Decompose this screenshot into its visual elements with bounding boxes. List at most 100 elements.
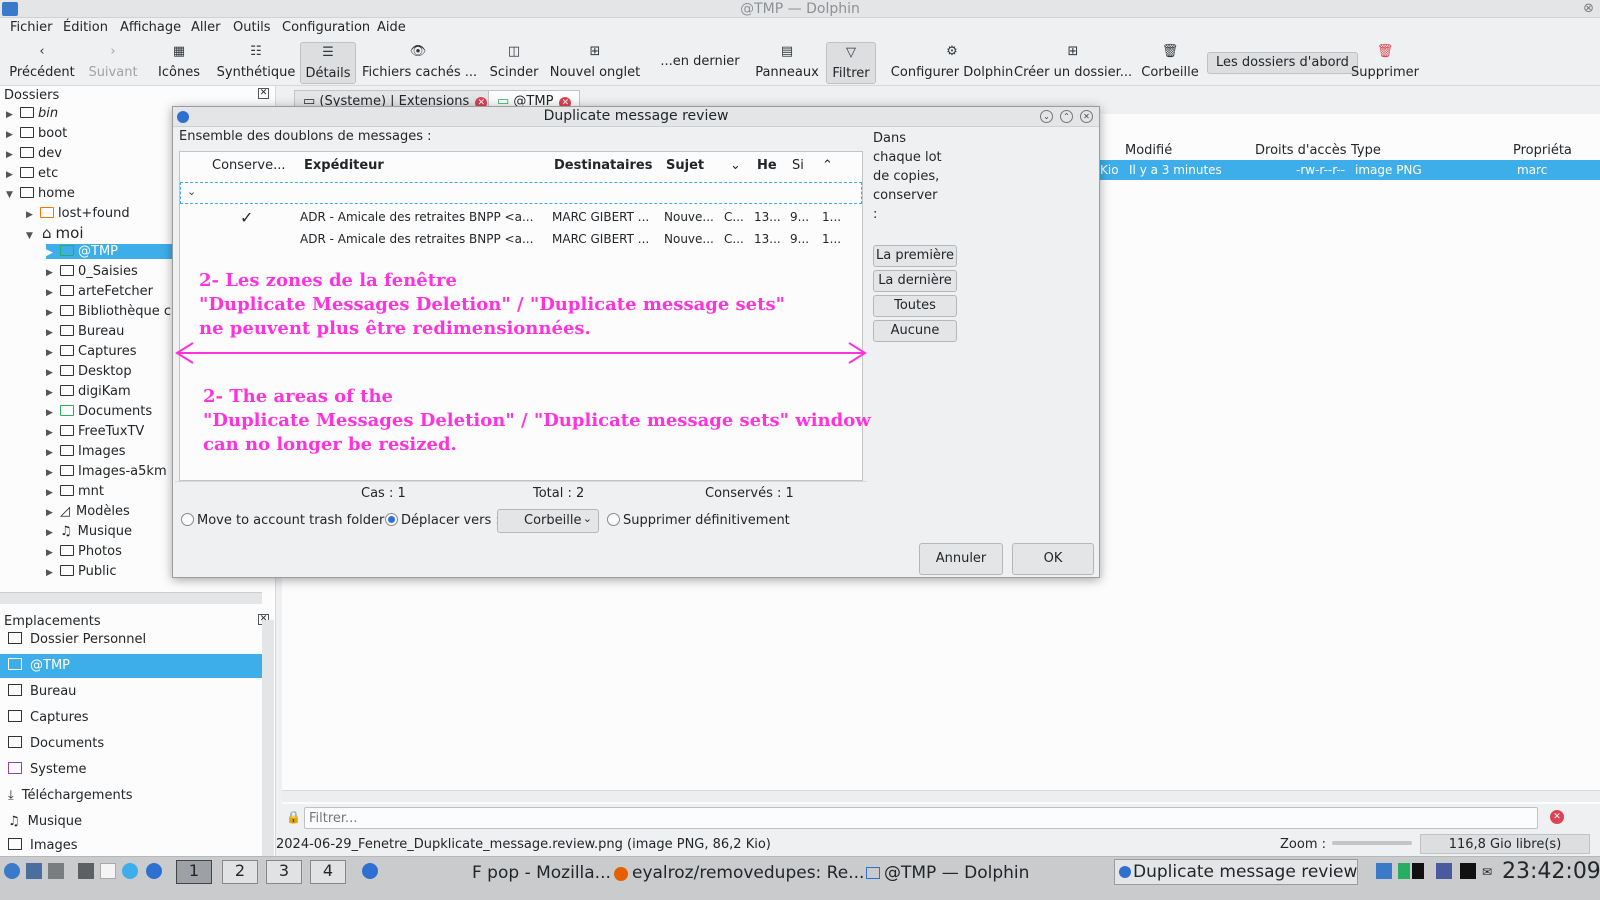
action-delete[interactable]: Supprimer définitivement xyxy=(607,513,790,528)
task-firefox-pop[interactable]: F pop - Mozilla... xyxy=(472,863,611,883)
tree-item-bin[interactable]: ▶ bin xyxy=(6,106,58,121)
desktop-4[interactable]: 4 xyxy=(310,860,346,884)
folders-first-button[interactable]: Les dossiers d'abord xyxy=(1207,52,1358,74)
task-removedupes[interactable]: eyalroz/removedupes: Re... xyxy=(632,863,864,883)
task-duplicate-review[interactable]: Duplicate message review xyxy=(1114,859,1358,885)
tray-cpu-icon[interactable] xyxy=(1398,863,1410,879)
delete-button[interactable]: 🗑 Supprimer xyxy=(1350,42,1420,84)
tree-item-desktop[interactable]: ▶ Desktop xyxy=(46,364,132,379)
compact-view-button[interactable]: ☷ Synthétique xyxy=(212,42,300,84)
tray-display-icon[interactable] xyxy=(1436,863,1452,879)
column-keep[interactable]: Conserve... xyxy=(212,158,285,173)
column-modified[interactable]: Modifié xyxy=(1125,143,1172,158)
tree-item-images[interactable]: ▶ Images xyxy=(46,444,126,459)
configure-button[interactable]: ⚙ Configurer Dolphin xyxy=(882,42,1022,84)
column-recipients[interactable]: Destinataires xyxy=(554,158,652,173)
last-button[interactable]: ...en dernier xyxy=(656,42,744,84)
horizontal-scrollbar[interactable] xyxy=(0,592,262,604)
terminal-launcher-icon[interactable] xyxy=(26,863,42,879)
radio-delete[interactable] xyxy=(607,513,620,526)
tree-item-lost-found[interactable]: ▶ lost+found xyxy=(26,206,130,221)
tree-item-0-saisies[interactable]: ▶ 0_Saisies xyxy=(46,264,138,279)
menu-aller[interactable]: Aller xyxy=(191,20,220,35)
menu-fichier[interactable]: Fichier xyxy=(10,20,53,35)
keep-none-button[interactable]: Aucune xyxy=(873,320,957,342)
tree-item-etc[interactable]: ▶ etc xyxy=(6,166,58,181)
column-sort-chevron-icon[interactable]: ⌄ xyxy=(730,158,741,173)
trash-button[interactable]: 🗑 Corbeille xyxy=(1140,42,1200,84)
keep-first-button[interactable]: La première xyxy=(873,245,957,267)
tree-item-home[interactable]: ▼ home xyxy=(6,186,75,201)
tree-item-boot[interactable]: ▶ boot xyxy=(6,126,67,141)
close-panel-icon[interactable]: ✕ xyxy=(258,88,269,99)
windows-launcher-icon[interactable] xyxy=(48,863,64,879)
tree-item-tmp[interactable]: ▶ @TMP xyxy=(46,244,172,259)
vertical-scrollbar[interactable] xyxy=(262,620,274,856)
menu-edition[interactable]: Édition xyxy=(63,20,108,35)
menu-affichage[interactable]: Affichage xyxy=(120,20,181,35)
radio-move-trash[interactable] xyxy=(181,513,194,526)
ok-button[interactable]: OK xyxy=(1012,543,1094,575)
place-captures[interactable]: Captures xyxy=(0,706,262,730)
close-icon[interactable]: ✕ xyxy=(1080,110,1093,123)
column-he[interactable]: He xyxy=(757,158,777,173)
menu-aide[interactable]: Aide xyxy=(377,20,406,35)
maximize-icon[interactable]: ⌃ xyxy=(1060,110,1073,123)
tree-item-documents[interactable]: ▶ Documents xyxy=(46,404,152,419)
tree-item-freetuxtv[interactable]: ▶ FreeTuxTV xyxy=(46,424,144,439)
tree-item-bibliotheque[interactable]: ▶ Bibliothèque ca xyxy=(46,304,172,319)
tree-item-public[interactable]: ▶ Public xyxy=(46,564,116,579)
column-si[interactable]: Si xyxy=(792,158,804,173)
radio-move-to[interactable] xyxy=(385,513,398,526)
collapse-chevron-icon[interactable]: ⌄ xyxy=(187,185,196,198)
place-tmp[interactable]: @TMP xyxy=(0,654,262,678)
file-view-scrollbar[interactable] xyxy=(282,790,1600,802)
place-musique[interactable]: ♫ Musique xyxy=(0,810,262,834)
place-systeme[interactable]: Systeme xyxy=(0,758,262,782)
forward-button[interactable]: › Suivant xyxy=(82,42,144,84)
tree-item-moi[interactable]: ▼ ⌂ moi xyxy=(26,224,84,242)
column-sender[interactable]: Expéditeur xyxy=(304,158,384,173)
details-view-button[interactable]: ☰ Détails xyxy=(300,42,356,84)
tree-item-mnt[interactable]: ▶ mnt xyxy=(46,484,104,499)
place-bureau[interactable]: Bureau xyxy=(0,680,262,704)
action-move-to[interactable]: Déplacer vers : xyxy=(385,513,500,528)
tray-terminal-icon[interactable] xyxy=(1460,863,1476,879)
keep-check-icon[interactable]: ✓ xyxy=(240,208,253,227)
column-permissions[interactable]: Droits d'accès xyxy=(1255,143,1347,158)
menu-outils[interactable]: Outils xyxy=(233,20,271,35)
app-menu-icon[interactable] xyxy=(4,863,20,879)
set-group-row[interactable]: ⌄ xyxy=(180,182,862,204)
filter-button[interactable]: ▽ Filtrer xyxy=(826,42,876,84)
cancel-button[interactable]: Annuler xyxy=(919,543,1003,575)
tray-network-icon[interactable] xyxy=(1376,863,1392,879)
column-owner[interactable]: Propriéta xyxy=(1513,143,1572,158)
column-subject[interactable]: Sujet xyxy=(666,158,704,173)
tree-item-artefetcher[interactable]: ▶ arteFetcher xyxy=(46,284,153,299)
hidden-files-button[interactable]: 👁 Fichiers cachés ... xyxy=(362,42,477,84)
place-telechargements[interactable]: ⤓ Téléchargements xyxy=(0,784,262,808)
tree-item-photos[interactable]: ▶ Photos xyxy=(46,544,122,559)
thunderbird-task-icon[interactable] xyxy=(362,863,378,879)
split-button[interactable]: ◫ Scinder xyxy=(486,42,542,84)
tray-mail-icon[interactable]: ✉ xyxy=(1482,865,1492,879)
panels-button[interactable]: ▤ Panneaux xyxy=(752,42,822,84)
menu-configuration[interactable]: Configuration xyxy=(282,20,370,35)
new-folder-button[interactable]: ⊞ Créer un dossier... xyxy=(1014,42,1132,84)
notes-launcher-icon[interactable] xyxy=(100,863,116,879)
place-images[interactable]: Images xyxy=(0,834,262,858)
expand-arrow-icon[interactable]: ▶ xyxy=(6,110,18,120)
tree-item-images-a5km[interactable]: ▶ Images-a5km xyxy=(46,464,167,479)
calculator-launcher-icon[interactable] xyxy=(78,863,94,879)
clear-filter-icon[interactable]: ✕ xyxy=(1550,810,1564,824)
message-row[interactable]: ADR - Amicale des retraites BNPP <a... M… xyxy=(180,228,862,250)
column-type[interactable]: Type xyxy=(1351,143,1381,158)
tree-item-digikam[interactable]: ▶ digiKam xyxy=(46,384,131,399)
icons-view-button[interactable]: ▦ Icônes xyxy=(154,42,204,84)
window-close-icon[interactable]: ⊗ xyxy=(1583,1,1594,16)
mail-launcher-icon[interactable] xyxy=(146,863,162,879)
file-row-selected[interactable]: Kio Il y a 3 minutes -rw-r--r-- image PN… xyxy=(1100,160,1600,180)
tree-item-modeles[interactable]: ▶ ◿ Modèles xyxy=(46,504,130,519)
desktop-3[interactable]: 3 xyxy=(266,860,302,884)
folder-select[interactable]: Corbeille ⌄ xyxy=(497,509,599,533)
